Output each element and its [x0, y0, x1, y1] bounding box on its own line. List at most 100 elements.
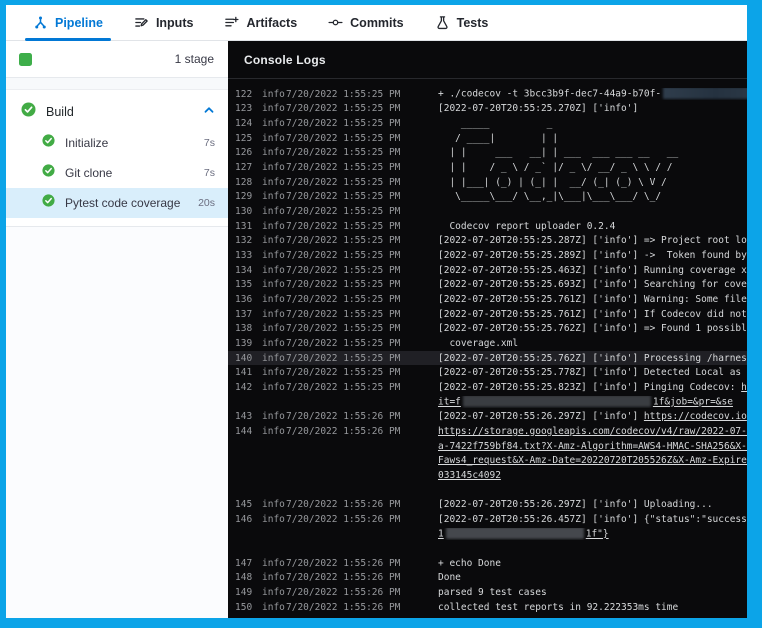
step-git-clone[interactable]: Git clone 7s — [6, 158, 228, 188]
log-line[interactable]: 127 info 7/20/2022 1:55:25 PM | | / _ \ … — [228, 160, 747, 175]
log-timestamp: 7/20/2022 1:55:25 PM — [286, 250, 438, 261]
log-level: info — [262, 323, 286, 334]
log-line[interactable]: 148 info 7/20/2022 1:55:26 PM Done — [228, 571, 747, 586]
log-line[interactable]: 033145c4092 — [228, 468, 747, 483]
tab-tests[interactable]: Tests — [435, 5, 489, 40]
log-line-number: 129 — [228, 191, 262, 202]
inputs-icon — [134, 15, 149, 30]
log-line[interactable]: 124 info 7/20/2022 1:55:25 PM _____ _ — [228, 116, 747, 131]
log-line[interactable]: 139 info 7/20/2022 1:55:25 PM coverage.x… — [228, 336, 747, 351]
log-line[interactable]: it=f 1f&job=&pr=&se — [228, 395, 747, 410]
log-message: + echo Done — [438, 558, 747, 569]
log-message: | |___| (_) | (_| | __/ (_| (_) \ V / — [438, 177, 747, 188]
console-header: Console Logs — [228, 41, 747, 79]
log-line[interactable]: 144 info 7/20/2022 1:55:26 PM https://st… — [228, 424, 747, 439]
log-line[interactable]: 137 info 7/20/2022 1:55:25 PM [2022-07-2… — [228, 307, 747, 322]
log-line[interactable]: 141 info 7/20/2022 1:55:25 PM [2022-07-2… — [228, 365, 747, 380]
log-level: info — [262, 235, 286, 246]
log-link[interactable]: a-7422f759bf84.txt?X-Amz-Algorithm=AWS4-… — [438, 441, 747, 452]
step-duration: 7s — [204, 167, 215, 179]
log-timestamp: 7/20/2022 1:55:25 PM — [286, 103, 438, 114]
log-line[interactable]: 123 info 7/20/2022 1:55:25 PM [2022-07-2… — [228, 102, 747, 117]
log-line[interactable]: 138 info 7/20/2022 1:55:25 PM [2022-07-2… — [228, 322, 747, 337]
log-text-segment: | | ___ __| | ___ ___ ___ __ __ — [438, 147, 678, 158]
log-line[interactable]: 145 info 7/20/2022 1:55:26 PM [2022-07-2… — [228, 497, 747, 512]
log-line[interactable]: 147 info 7/20/2022 1:55:26 PM + echo Don… — [228, 556, 747, 571]
log-line[interactable] — [228, 483, 747, 498]
log-line[interactable]: 126 info 7/20/2022 1:55:25 PM | | ___ __… — [228, 146, 747, 161]
log-line[interactable]: 122 info 7/20/2022 1:55:25 PM + ./codeco… — [228, 87, 747, 102]
log-level: info — [262, 147, 286, 158]
log-link[interactable]: 1f&job=&pr=&se — [653, 397, 733, 408]
log-line[interactable] — [228, 541, 747, 556]
log-timestamp: 7/20/2022 1:55:26 PM — [286, 426, 438, 437]
log-timestamp: 7/20/2022 1:55:25 PM — [286, 279, 438, 290]
tab-pipeline[interactable]: Pipeline — [33, 5, 103, 40]
log-level: info — [262, 367, 286, 378]
log-message: [2022-07-20T20:55:26.297Z] ['info'] http… — [438, 411, 747, 422]
log-timestamp: 7/20/2022 1:55:25 PM — [286, 177, 438, 188]
log-level: info — [262, 118, 286, 129]
log-line-number: 122 — [228, 89, 262, 100]
log-line[interactable]: Faws4_request&X-Amz-Date=20220720T205526… — [228, 453, 747, 468]
log-line[interactable]: a-7422f759bf84.txt?X-Amz-Algorithm=AWS4-… — [228, 439, 747, 454]
log-line[interactable]: 149 info 7/20/2022 1:55:26 PM parsed 9 t… — [228, 585, 747, 600]
log-level: info — [262, 587, 286, 598]
log-line[interactable]: 132 info 7/20/2022 1:55:25 PM [2022-07-2… — [228, 234, 747, 249]
log-link[interactable]: https://storage.googleapis.com/codecov/v… — [438, 426, 747, 437]
log-link[interactable]: 1f"} — [586, 529, 609, 540]
log-link[interactable]: 033145c4092 — [438, 470, 501, 481]
log-line[interactable]: 128 info 7/20/2022 1:55:25 PM | |___| (_… — [228, 175, 747, 190]
log-line-number: 141 — [228, 367, 262, 378]
log-line[interactable]: 125 info 7/20/2022 1:55:25 PM / ____| | … — [228, 131, 747, 146]
success-check-icon — [42, 194, 55, 212]
step-pytest-code-coverage[interactable]: Pytest code coverage 20s — [6, 188, 228, 218]
log-line[interactable]: 130 info 7/20/2022 1:55:25 PM — [228, 204, 747, 219]
log-text-segment: [2022-07-20T20:55:25.463Z] ['info'] Runn… — [438, 265, 747, 276]
tab-artifacts[interactable]: Artifacts — [224, 5, 297, 40]
step-label: Git clone — [65, 166, 194, 180]
console-log-list[interactable]: 122 info 7/20/2022 1:55:25 PM + ./codeco… — [228, 79, 747, 618]
artifacts-icon — [224, 15, 239, 30]
chevron-up-icon[interactable] — [203, 103, 215, 121]
log-level: info — [262, 558, 286, 569]
log-message: https://storage.googleapis.com/codecov/v… — [438, 426, 747, 437]
log-line-number: 123 — [228, 103, 262, 114]
log-line-number: 130 — [228, 206, 262, 217]
log-line[interactable]: 134 info 7/20/2022 1:55:25 PM [2022-07-2… — [228, 263, 747, 278]
log-text-segment: [2022-07-20T20:55:25.823Z] ['info'] Ping… — [438, 382, 741, 393]
tab-inputs[interactable]: Inputs — [134, 5, 194, 40]
log-link[interactable]: Faws4_request&X-Amz-Date=20220720T205526… — [438, 455, 747, 466]
log-message: + ./codecov -t 3bcc3b9f-dec7-44a9-b70f- — [438, 88, 747, 100]
log-line[interactable]: 129 info 7/20/2022 1:55:25 PM \_____\___… — [228, 190, 747, 205]
log-link[interactable]: ht — [741, 382, 747, 393]
tab-commits[interactable]: Commits — [328, 5, 403, 40]
log-line-number: 136 — [228, 294, 262, 305]
log-level: info — [262, 250, 286, 261]
log-line[interactable]: 146 info 7/20/2022 1:55:26 PM [2022-07-2… — [228, 512, 747, 527]
log-message: [2022-07-20T20:55:25.287Z] ['info'] => P… — [438, 235, 747, 246]
log-line[interactable]: 136 info 7/20/2022 1:55:25 PM [2022-07-2… — [228, 292, 747, 307]
log-line[interactable]: 133 info 7/20/2022 1:55:25 PM [2022-07-2… — [228, 248, 747, 263]
log-link[interactable]: https://codecov.io — [644, 411, 747, 422]
log-message: [2022-07-20T20:55:25.463Z] ['info'] Runn… — [438, 265, 747, 276]
log-link[interactable]: 1 — [438, 529, 444, 540]
log-text-segment: + echo Done — [438, 558, 501, 569]
log-line[interactable]: 142 info 7/20/2022 1:55:25 PM [2022-07-2… — [228, 380, 747, 395]
log-line[interactable]: 150 info 7/20/2022 1:55:26 PM collected … — [228, 600, 747, 615]
log-message: [2022-07-20T20:55:25.761Z] ['info'] If C… — [438, 309, 747, 320]
step-initialize[interactable]: Initialize 7s — [6, 128, 228, 158]
log-line[interactable]: 143 info 7/20/2022 1:55:26 PM [2022-07-2… — [228, 409, 747, 424]
log-line[interactable]: 1 1f"} — [228, 527, 747, 542]
log-level: info — [262, 177, 286, 188]
stage-group-build[interactable]: Build — [6, 95, 228, 128]
log-message: it=f 1f&job=&pr=&se — [438, 396, 747, 408]
log-line[interactable]: 140 info 7/20/2022 1:55:25 PM [2022-07-2… — [228, 351, 747, 366]
log-message: [2022-07-20T20:55:25.761Z] ['info'] Warn… — [438, 294, 747, 305]
log-text-segment: \_____\___/ \__,_|\___|\___\___/ \_/ — [438, 191, 661, 202]
redacted-text — [463, 396, 651, 407]
log-link[interactable]: it=f — [438, 397, 461, 408]
log-line[interactable]: 135 info 7/20/2022 1:55:25 PM [2022-07-2… — [228, 278, 747, 293]
tab-label: Tests — [457, 16, 489, 30]
log-line[interactable]: 131 info 7/20/2022 1:55:25 PM Codecov re… — [228, 219, 747, 234]
